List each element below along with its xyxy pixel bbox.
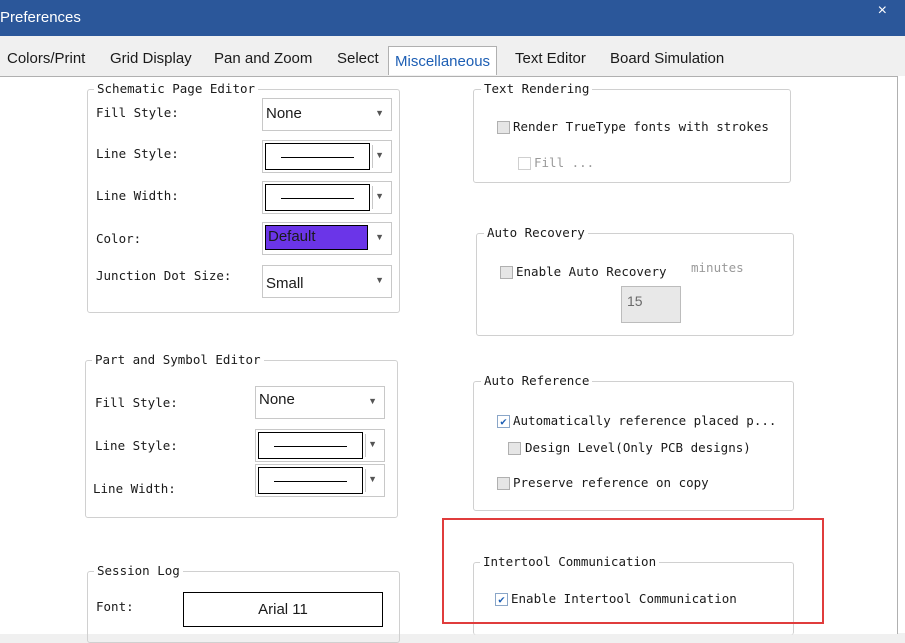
font-label: Font: — [96, 599, 134, 614]
auto-reference-checkbox[interactable]: ✔ — [497, 415, 510, 428]
line-width-preview — [258, 467, 363, 494]
window-title: Preferences — [0, 9, 81, 26]
dropdown-value: None — [259, 391, 295, 408]
font-button[interactable]: Arial 11 — [183, 592, 383, 627]
window-edge — [898, 76, 905, 633]
group-title: Schematic Page Editor — [94, 81, 259, 96]
fill-style-label: Fill Style: — [95, 395, 178, 410]
design-level-label: Design Level(Only PCB designs) — [525, 440, 751, 455]
line-width-label: Line Width: — [96, 188, 179, 203]
schematic-page-editor-group: Schematic Page Editor Fill Style: None ▼… — [87, 81, 400, 313]
fill-style-label: Fill Style: — [96, 105, 179, 120]
render-truetype-label: Render TrueType fonts with strokes — [513, 119, 769, 134]
chevron-down-icon: ▼ — [375, 191, 384, 201]
auto-reference-label: Automatically reference placed p... — [513, 413, 777, 428]
group-title: Text Rendering — [481, 81, 593, 96]
tab-colors-print[interactable]: Colors/Print — [7, 50, 85, 67]
part-and-symbol-editor-group: Part and Symbol Editor Fill Style: None … — [85, 352, 398, 518]
miscellaneous-panel: Schematic Page Editor Fill Style: None ▼… — [0, 76, 898, 643]
preserve-reference-label: Preserve reference on copy — [513, 475, 709, 490]
text-rendering-group: Text Rendering Render TrueType fonts wit… — [473, 81, 791, 183]
group-title: Session Log — [94, 563, 183, 578]
fill-checkbox[interactable] — [518, 157, 531, 170]
fill-label: Fill ... — [534, 155, 595, 170]
fill-style-dropdown[interactable]: None ▼ — [262, 98, 392, 131]
auto-reference-group: Auto Reference ✔ Automatically reference… — [473, 373, 794, 511]
preserve-reference-checkbox[interactable] — [497, 477, 510, 490]
line-style-preview — [265, 143, 370, 170]
color-dropdown[interactable]: Default ▼ — [262, 222, 392, 255]
tab-text-editor[interactable]: Text Editor — [515, 50, 586, 67]
minutes-input[interactable]: 15 — [621, 286, 681, 323]
line-style-dropdown[interactable]: ▼ — [255, 429, 385, 462]
line-width-preview — [265, 184, 370, 211]
chevron-down-icon: ▼ — [368, 396, 377, 406]
group-title: Auto Recovery — [484, 225, 588, 240]
chevron-down-icon: ▼ — [375, 150, 384, 160]
tab-pan-and-zoom[interactable]: Pan and Zoom — [214, 50, 312, 67]
line-width-dropdown[interactable]: ▼ — [255, 464, 385, 497]
title-bar: Preferences × — [0, 0, 905, 36]
tab-miscellaneous[interactable]: Miscellaneous — [388, 46, 498, 75]
design-level-checkbox[interactable] — [508, 442, 521, 455]
highlight-box — [442, 518, 824, 624]
render-truetype-checkbox[interactable] — [497, 121, 510, 134]
tab-strip: Colors/Print Grid Display Pan and Zoom S… — [0, 46, 905, 76]
line-style-preview — [258, 432, 363, 459]
enable-auto-recovery-label: Enable Auto Recovery — [516, 264, 667, 279]
line-style-label: Line Style: — [95, 438, 178, 453]
chevron-down-icon: ▼ — [368, 439, 377, 449]
auto-recovery-group: Auto Recovery Enable Auto Recovery minut… — [476, 225, 794, 336]
enable-auto-recovery-checkbox[interactable] — [500, 266, 513, 279]
chevron-down-icon: ▼ — [375, 232, 384, 242]
tab-grid-display[interactable]: Grid Display — [110, 50, 192, 67]
dropdown-value: None — [266, 105, 302, 122]
dropdown-value: Small — [266, 275, 304, 292]
chevron-down-icon: ▼ — [375, 108, 384, 118]
junction-dot-size-label: Junction Dot Size: — [96, 268, 232, 283]
close-icon[interactable]: × — [878, 2, 887, 20]
chevron-down-icon: ▼ — [368, 474, 377, 484]
color-label: Color: — [96, 231, 142, 246]
tab-select[interactable]: Select — [337, 50, 379, 67]
fill-style-dropdown[interactable]: None ▼ — [255, 386, 385, 419]
junction-dot-size-dropdown[interactable]: Small ▼ — [262, 265, 392, 298]
group-title: Part and Symbol Editor — [92, 352, 264, 367]
line-style-label: Line Style: — [96, 146, 179, 161]
line-width-label: Line Width: — [93, 481, 176, 496]
session-log-group: Session Log Font: Arial 11 — [87, 563, 400, 643]
dropdown-value: Default — [268, 228, 316, 245]
chevron-down-icon: ▼ — [375, 275, 384, 285]
line-width-dropdown[interactable]: ▼ — [262, 181, 392, 214]
line-style-dropdown[interactable]: ▼ — [262, 140, 392, 173]
tab-board-simulation[interactable]: Board Simulation — [610, 50, 724, 67]
minutes-label: minutes — [691, 260, 744, 275]
group-title: Auto Reference — [481, 373, 593, 388]
